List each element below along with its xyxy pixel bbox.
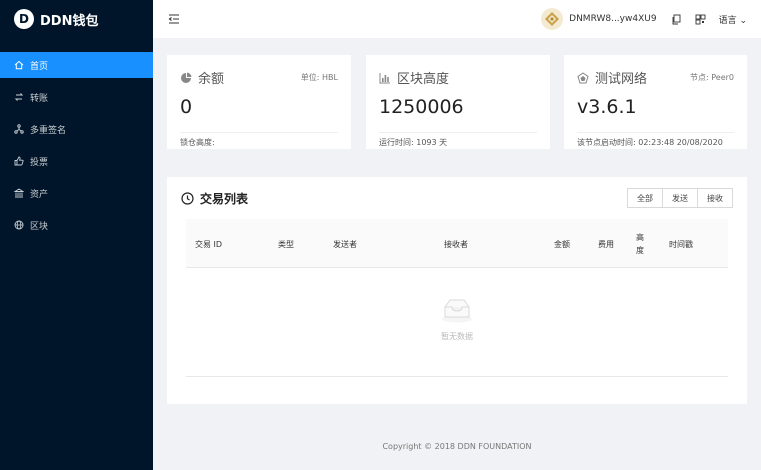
column-header[interactable]: 费用 — [598, 239, 614, 250]
chevron-down-icon: ⌄ — [739, 15, 747, 26]
column-header[interactable]: 时间戳 — [669, 239, 693, 250]
network-icon — [577, 71, 589, 83]
table-header: 交易 ID 类型 发送者 接收者 金额 费用 高度 时间戳 — [186, 219, 728, 268]
empty-state: 暂无数据 — [167, 297, 747, 342]
sidebar-item-vote[interactable]: 投票 — [0, 148, 153, 174]
logo[interactable]: D DDN钱包 — [0, 0, 153, 38]
like-icon — [14, 156, 24, 166]
sidebar-item-home[interactable]: 首页 — [0, 52, 153, 78]
filter-sent-button[interactable]: 发送 — [662, 188, 698, 208]
header-actions: DNMRW8...yw4XU9 语言 ⌄ — [541, 8, 761, 30]
network-title: 测试网络 — [595, 72, 648, 87]
lock-height: 锁仓高度: — [180, 138, 215, 147]
column-header[interactable]: 高度 — [636, 231, 646, 257]
network-card: 测试网络 节点: Peer0 v3.6.1 该节点启动时间: 02:23:48 … — [564, 55, 747, 149]
balance-value: 0 — [180, 96, 193, 118]
empty-inbox-icon — [442, 299, 472, 323]
sidebar-item-assets[interactable]: 资产 — [0, 180, 153, 206]
copy-icon[interactable] — [671, 14, 682, 25]
column-header[interactable]: 金额 — [554, 239, 570, 250]
clock-icon — [181, 192, 194, 205]
globe-icon — [14, 220, 24, 230]
sidebar-item-label: 多重签名 — [30, 125, 67, 136]
divider — [180, 132, 338, 133]
node-start-time: 该节点启动时间: 02:23:48 20/08/2020 — [577, 138, 723, 147]
table-bottom-border — [186, 376, 728, 377]
node-name: 节点: Peer0 — [690, 73, 734, 82]
app-title: DDN钱包 — [40, 13, 99, 29]
home-icon — [14, 60, 24, 70]
multisig-icon — [14, 124, 24, 134]
balance-card: 余额 单位: HBL 0 锁仓高度: — [167, 55, 351, 149]
filter-all-button[interactable]: 全部 — [627, 188, 663, 208]
transaction-filter: 全部 发送 接收 — [627, 188, 733, 208]
top-header: DNMRW8...yw4XU9 语言 ⌄ — [153, 0, 761, 38]
bar-chart-icon — [379, 72, 390, 83]
sidebar-item-multisig[interactable]: 多重签名 — [0, 116, 153, 142]
sidebar-item-label: 资产 — [30, 189, 49, 200]
sidebar-item-label: 投票 — [30, 157, 49, 168]
transactions-title: 交易列表 — [200, 192, 249, 206]
uptime: 运行时间: 1093 天 — [379, 138, 448, 147]
sidebar-item-label: 首页 — [30, 61, 49, 72]
balance-unit: 单位: HBL — [300, 73, 338, 82]
identicon-icon — [545, 12, 560, 26]
column-header[interactable]: 发送者 — [333, 239, 357, 250]
divider — [379, 132, 537, 133]
empty-text: 暂无数据 — [441, 332, 473, 341]
language-selector[interactable]: 语言 ⌄ — [719, 13, 747, 26]
menu-fold-icon[interactable] — [168, 13, 180, 25]
transfer-icon — [14, 92, 24, 102]
block-height-card: 区块高度 1250006 运行时间: 1093 天 — [366, 55, 550, 149]
avatar[interactable] — [541, 8, 564, 30]
qrcode-icon[interactable] — [695, 14, 706, 25]
filter-received-button[interactable]: 接收 — [697, 188, 733, 208]
language-label: 语言 — [718, 15, 737, 26]
block-height-value: 1250006 — [379, 96, 464, 118]
transactions-card: 交易列表 全部 发送 接收 交易 ID 类型 发送者 接收者 金额 费用 高度 … — [167, 177, 747, 404]
column-header[interactable]: 交易 ID — [195, 239, 222, 250]
pie-chart-icon — [181, 72, 192, 83]
column-header[interactable]: 接收者 — [444, 239, 468, 250]
sidebar-item-transfer[interactable]: 转账 — [0, 84, 153, 110]
wallet-address[interactable]: DNMRW8...yw4XU9 — [569, 14, 656, 24]
sidebar-menu: 首页 转账 多重签名 投票 资产 区块 — [0, 52, 153, 238]
version-value: v3.6.1 — [577, 96, 637, 118]
sidebar-item-label: 转账 — [30, 93, 49, 104]
block-height-title: 区块高度 — [397, 72, 450, 87]
logo-icon: D — [14, 9, 34, 29]
sidebar-item-label: 区块 — [30, 221, 49, 232]
bank-icon — [14, 188, 24, 198]
sidebar-item-blocks[interactable]: 区块 — [0, 212, 153, 238]
balance-title: 余额 — [198, 72, 225, 87]
divider — [577, 132, 734, 133]
column-header[interactable]: 类型 — [278, 239, 294, 250]
sidebar: D DDN钱包 首页 转账 多重签名 投票 资产 区块 — [0, 0, 153, 470]
footer-copyright: Copyright © 2018 DDN FOUNDATION — [382, 442, 532, 451]
